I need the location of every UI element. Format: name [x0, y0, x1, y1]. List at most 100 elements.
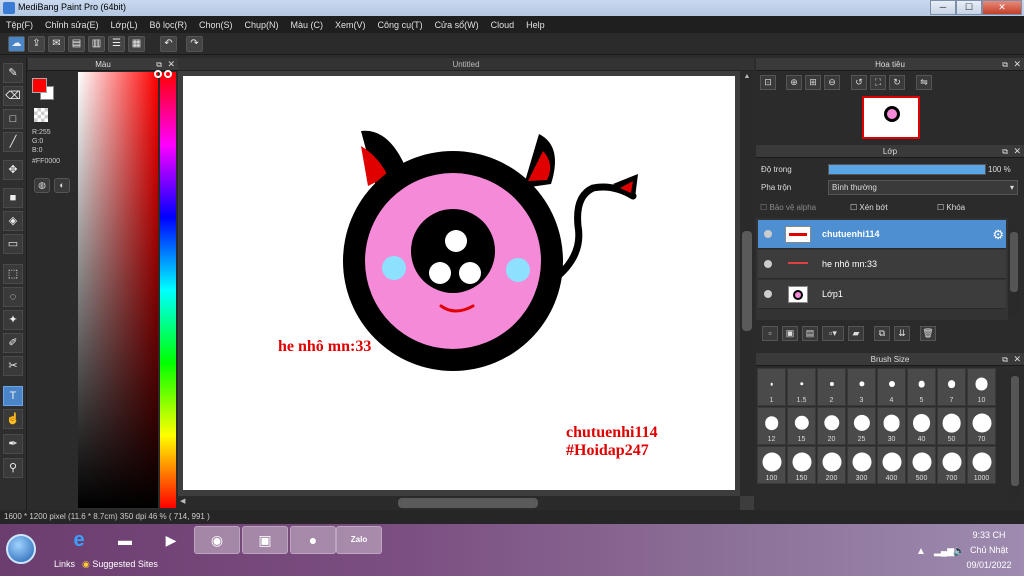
brush-tool-icon[interactable]: ✎	[3, 63, 23, 83]
brush-close-icon[interactable]: ✕	[1013, 353, 1021, 366]
navigator-zoom-fit-icon[interactable]: ⊡	[760, 75, 776, 90]
brush-size-cell[interactable]: 5	[907, 368, 936, 406]
rotate-left-icon[interactable]: ↺	[851, 75, 867, 90]
add-layer-menu-icon[interactable]: ▫▾	[822, 326, 844, 341]
blend-select[interactable]: Bình thường ▾	[828, 180, 1018, 195]
bucket-tool-icon[interactable]: ◈	[3, 211, 23, 231]
layer-scrollbar[interactable]	[1008, 226, 1020, 316]
menu-window[interactable]: Cửa sổ(W)	[429, 20, 485, 30]
layer-row[interactable]: Lớp1	[758, 280, 1006, 309]
menu-layer[interactable]: Lớp(L)	[105, 20, 144, 30]
operation-tool-icon[interactable]: ☝	[3, 409, 23, 429]
color-settings-icon[interactable]: ◐	[54, 178, 70, 193]
close-button[interactable]: ✕	[982, 0, 1022, 15]
horizontal-scroll-thumb[interactable]	[398, 498, 538, 508]
brush-size-cell[interactable]: 100	[757, 446, 786, 484]
list-icon[interactable]: ☰	[108, 36, 125, 52]
menu-view[interactable]: Xem(V)	[329, 20, 372, 30]
brush-size-cell[interactable]: 4	[877, 368, 906, 406]
upload-icon[interactable]: ⇪	[28, 36, 45, 52]
visibility-icon[interactable]	[764, 290, 772, 298]
menu-cloud[interactable]: Cloud	[485, 20, 521, 30]
line-tool-icon[interactable]: ╱	[3, 132, 23, 152]
links-toolbar[interactable]: Links	[54, 559, 75, 569]
menu-filter[interactable]: Bộ lọc(R)	[143, 20, 193, 30]
menu-help[interactable]: Help	[520, 20, 551, 30]
canvas[interactable]: he nhô mn:33 chutuenhi114 #Hoidap247	[183, 76, 735, 490]
explorer-icon[interactable]: ▬	[102, 526, 148, 554]
palette-icon[interactable]: ◍	[34, 178, 50, 193]
minimize-button[interactable]: ─	[930, 0, 956, 15]
move-tool-icon[interactable]: ✥	[3, 160, 23, 180]
hue-handle[interactable]	[164, 70, 172, 78]
select-pen-icon[interactable]: ✐	[3, 333, 23, 353]
app-window-icon[interactable]: ▣	[242, 526, 288, 554]
brush-size-cell[interactable]: 1	[757, 368, 786, 406]
menu-file[interactable]: Tệp(F)	[0, 20, 39, 30]
maximize-button[interactable]: ☐	[956, 0, 982, 15]
chrome-icon[interactable]: ◉	[194, 526, 240, 554]
brush-size-cell[interactable]: 15	[787, 407, 816, 445]
brush-size-cell[interactable]: 10	[967, 368, 996, 406]
gradient-tool-icon[interactable]: ▭	[3, 234, 23, 254]
menu-snap[interactable]: Chụp(N)	[239, 20, 285, 30]
text-tool-icon[interactable]: T	[3, 386, 23, 406]
visibility-icon[interactable]	[764, 260, 772, 268]
zalo-icon[interactable]: Zalo	[336, 526, 382, 554]
medibang-icon[interactable]: ●	[290, 526, 336, 554]
brush-size-cell[interactable]: 70	[967, 407, 996, 445]
tray-up-icon[interactable]: ▲	[916, 546, 926, 557]
brush-size-cell[interactable]: 7	[937, 368, 966, 406]
brush-size-cell[interactable]: 40	[907, 407, 936, 445]
transparent-swatch[interactable]	[34, 108, 48, 122]
flip-icon[interactable]: ⇋	[916, 75, 932, 90]
menu-select[interactable]: Chọn(S)	[193, 20, 239, 30]
sv-handle[interactable]	[154, 70, 162, 78]
vertical-scrollbar[interactable]: ▲	[740, 71, 754, 496]
brush-size-cell[interactable]: 1000	[967, 446, 996, 484]
brush-float-icon[interactable]: ⧉	[1002, 353, 1008, 366]
brush-size-cell[interactable]: 700	[937, 446, 966, 484]
ie-icon[interactable]: e	[56, 526, 102, 554]
canvas-text-2[interactable]: chutuenhi114 #Hoidap247	[566, 424, 658, 460]
clock[interactable]: 9:33 CH Chủ Nhật 09/01/2022	[960, 528, 1018, 573]
brush-size-cell[interactable]: 50	[937, 407, 966, 445]
brush-size-cell[interactable]: 300	[847, 446, 876, 484]
undo-icon[interactable]: ↶	[160, 36, 177, 52]
layer-row[interactable]: he nhô mn:33	[758, 250, 1006, 279]
cloud-icon[interactable]: ☁	[8, 36, 25, 52]
media-player-icon[interactable]: ▶	[148, 526, 194, 554]
navigator-close-icon[interactable]: ✕	[1013, 58, 1021, 71]
fit-window-icon[interactable]: ⊞	[805, 75, 821, 90]
chat-icon[interactable]: ✉	[48, 36, 65, 52]
folder-icon[interactable]: ▰	[848, 326, 864, 341]
dropper-tool-icon[interactable]: ⚲	[3, 458, 23, 478]
primary-color-swatch[interactable]	[32, 78, 47, 93]
brush-size-cell[interactable]: 500	[907, 446, 936, 484]
scroll-left-icon[interactable]: ◀	[180, 497, 185, 505]
brush-size-cell[interactable]: 3	[847, 368, 876, 406]
protect-alpha-checkbox[interactable]: ☐ Bảo vệ alpha	[760, 203, 816, 212]
comment-icon[interactable]: ▤	[68, 36, 85, 52]
new-layer-icon[interactable]: ▫	[762, 326, 778, 341]
magic-wand-icon[interactable]: ✦	[3, 310, 23, 330]
zoom-out-icon[interactable]: ⊖	[824, 75, 840, 90]
visibility-icon[interactable]	[764, 230, 772, 238]
page-icon[interactable]: ▥	[88, 36, 105, 52]
brush-size-cell[interactable]: 12	[757, 407, 786, 445]
brush-size-cell[interactable]: 25	[847, 407, 876, 445]
hue-slider[interactable]	[160, 72, 176, 508]
grid-icon[interactable]: ▦	[128, 36, 145, 52]
canvas-text-1[interactable]: he nhô mn:33	[278, 338, 371, 356]
lasso-tool-icon[interactable]: ◌	[3, 287, 23, 307]
brush-size-cell[interactable]: 2	[817, 368, 846, 406]
horizontal-scrollbar[interactable]: ◀	[178, 496, 740, 510]
eraser-tool-icon[interactable]: ⌫	[3, 86, 23, 106]
fill-rect-tool-icon[interactable]: ■	[3, 188, 23, 208]
brush-scrollbar[interactable]	[1009, 372, 1021, 502]
saturation-value-field[interactable]	[78, 72, 158, 508]
select-eraser-icon[interactable]: ✂	[3, 356, 23, 376]
vertical-scroll-thumb[interactable]	[742, 231, 752, 331]
navigator-preview[interactable]	[862, 96, 920, 139]
brush-size-cell[interactable]: 150	[787, 446, 816, 484]
